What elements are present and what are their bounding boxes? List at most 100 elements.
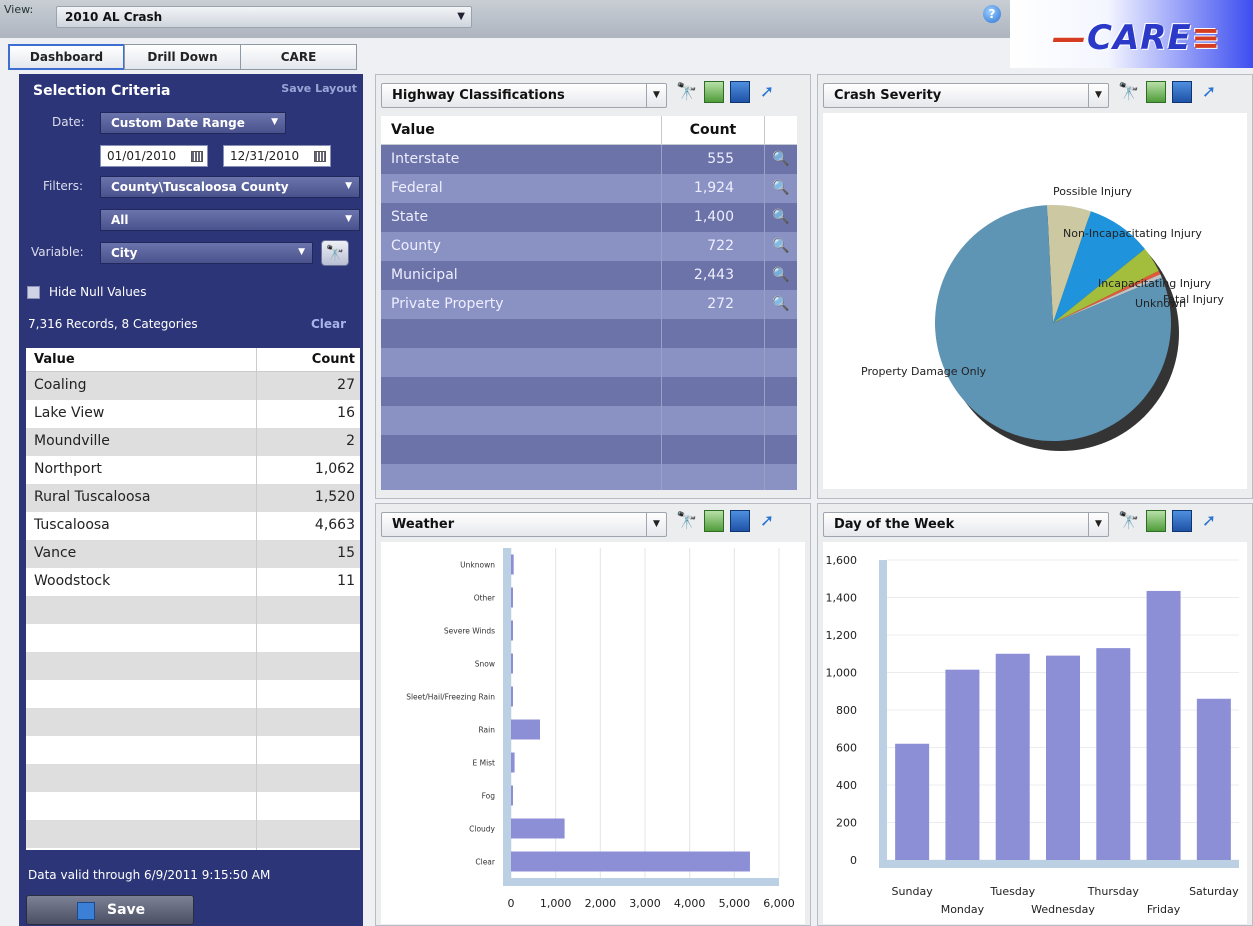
- table-row[interactable]: [381, 348, 797, 377]
- table-row[interactable]: Moundville 2: [26, 428, 360, 456]
- weather-bar[interactable]: [511, 719, 541, 740]
- count-column-header[interactable]: Count: [662, 116, 765, 144]
- row-count: [662, 406, 765, 435]
- weather-bar[interactable]: [511, 653, 513, 674]
- dow-bar[interactable]: [1046, 655, 1080, 860]
- save-layout-link[interactable]: Save Layout: [281, 82, 357, 95]
- hide-null-checkbox[interactable]: [27, 286, 40, 299]
- value-column-header[interactable]: Value: [381, 116, 662, 144]
- table-row[interactable]: Rural Tuscaloosa 1,520: [26, 484, 360, 512]
- magnifier-icon[interactable]: 🔍: [772, 238, 789, 254]
- table-row[interactable]: State 1,400 🔍: [381, 203, 797, 232]
- row-value: [26, 736, 257, 764]
- row-value: State: [381, 203, 662, 232]
- table-row[interactable]: [26, 680, 360, 708]
- table-row[interactable]: Interstate 555 🔍: [381, 145, 797, 174]
- magnifier-icon[interactable]: 🔍: [772, 267, 789, 283]
- start-date-input[interactable]: 01/01/2010: [100, 145, 208, 167]
- table-row[interactable]: [381, 406, 797, 435]
- filter-county-select[interactable]: County\Tuscaloosa County ▼: [100, 176, 360, 198]
- magnifier-icon[interactable]: 🔍: [772, 180, 789, 196]
- clear-link[interactable]: Clear: [311, 317, 346, 331]
- filter-all-select[interactable]: All ▼: [100, 209, 360, 231]
- weather-bar[interactable]: [511, 686, 513, 707]
- table-row[interactable]: County 722 🔍: [381, 232, 797, 261]
- dow-bar[interactable]: [945, 669, 980, 860]
- excel-export-icon[interactable]: [704, 510, 724, 532]
- save-icon[interactable]: [1172, 81, 1192, 103]
- weather-bar[interactable]: [511, 554, 514, 575]
- table-row[interactable]: [26, 764, 360, 792]
- weather-bar[interactable]: [511, 620, 513, 641]
- save-icon[interactable]: [1172, 510, 1192, 532]
- table-row[interactable]: [26, 848, 360, 850]
- expand-arrow-icon[interactable]: ➚: [756, 80, 778, 104]
- weather-panel-select[interactable]: Weather ▼: [381, 512, 667, 537]
- save-icon[interactable]: [730, 510, 750, 532]
- tab-drill-down[interactable]: Drill Down: [124, 44, 241, 70]
- table-row[interactable]: Federal 1,924 🔍: [381, 174, 797, 203]
- table-row[interactable]: [26, 736, 360, 764]
- table-row[interactable]: [381, 319, 797, 348]
- expand-arrow-icon[interactable]: ➚: [756, 509, 778, 533]
- count-column-header[interactable]: Count: [257, 348, 360, 371]
- magnifier-icon[interactable]: 🔍: [772, 209, 789, 225]
- table-row[interactable]: Tuscaloosa 4,663: [26, 512, 360, 540]
- excel-export-icon[interactable]: [1146, 510, 1166, 532]
- expand-arrow-icon[interactable]: ➚: [1198, 80, 1220, 104]
- tab-dashboard[interactable]: Dashboard: [8, 44, 125, 70]
- table-row[interactable]: [26, 820, 360, 848]
- table-row[interactable]: Woodstock 11: [26, 568, 360, 596]
- dow-bar[interactable]: [895, 743, 930, 860]
- table-row[interactable]: Municipal 2,443 🔍: [381, 261, 797, 290]
- dow-panel-select[interactable]: Day of the Week ▼: [823, 512, 1109, 537]
- view-select[interactable]: 2010 AL Crash ▼: [56, 6, 472, 28]
- weather-bar[interactable]: [511, 785, 513, 806]
- weather-bar[interactable]: [511, 851, 750, 872]
- excel-export-icon[interactable]: [704, 81, 724, 103]
- binoculars-icon[interactable]: 🔭: [1118, 80, 1140, 104]
- table-row[interactable]: [26, 624, 360, 652]
- excel-export-icon[interactable]: [1146, 81, 1166, 103]
- table-row[interactable]: [381, 435, 797, 464]
- binoculars-icon[interactable]: 🔭: [676, 80, 698, 104]
- tab-care[interactable]: CARE: [240, 44, 357, 70]
- help-icon[interactable]: ?: [983, 5, 1001, 23]
- table-row[interactable]: [26, 596, 360, 624]
- weather-bar[interactable]: [511, 818, 565, 839]
- table-row[interactable]: [381, 377, 797, 406]
- dow-y-tick: 400: [836, 779, 857, 792]
- dow-bar[interactable]: [995, 653, 1030, 860]
- magnifier-icon[interactable]: 🔍: [772, 151, 789, 167]
- magnifier-icon[interactable]: 🔍: [772, 296, 789, 312]
- table-row[interactable]: Coaling 27: [26, 372, 360, 400]
- table-row[interactable]: [26, 792, 360, 820]
- highway-panel-select[interactable]: Highway Classifications ▼: [381, 83, 667, 108]
- table-row[interactable]: [26, 708, 360, 736]
- dow-bar[interactable]: [1146, 590, 1181, 860]
- dow-bar[interactable]: [1196, 698, 1231, 860]
- table-row[interactable]: Private Property 272 🔍: [381, 290, 797, 319]
- table-row[interactable]: [26, 652, 360, 680]
- date-range-select[interactable]: Custom Date Range ▼: [100, 112, 286, 134]
- binoculars-icon[interactable]: 🔭: [676, 509, 698, 533]
- weather-bar[interactable]: [511, 752, 515, 773]
- save-button[interactable]: Save: [26, 895, 194, 925]
- binoculars-icon[interactable]: 🔭: [1118, 509, 1140, 533]
- expand-arrow-icon[interactable]: ➚: [1198, 509, 1220, 533]
- calendar-icon[interactable]: [314, 151, 326, 162]
- value-column-header[interactable]: Value: [26, 348, 257, 371]
- table-row[interactable]: Vance 15: [26, 540, 360, 568]
- variable-select[interactable]: City ▼: [100, 242, 313, 264]
- table-row[interactable]: Northport 1,062: [26, 456, 360, 484]
- severity-panel-select[interactable]: Crash Severity ▼: [823, 83, 1109, 108]
- weather-bar[interactable]: [511, 587, 513, 608]
- calendar-icon[interactable]: [191, 151, 203, 162]
- end-date-input[interactable]: 12/31/2010: [223, 145, 331, 167]
- table-row[interactable]: [381, 464, 797, 490]
- binoculars-icon[interactable]: 🔭: [321, 240, 349, 266]
- table-row[interactable]: Lake View 16: [26, 400, 360, 428]
- row-value: [26, 708, 257, 736]
- dow-bar[interactable]: [1096, 648, 1131, 860]
- save-icon[interactable]: [730, 81, 750, 103]
